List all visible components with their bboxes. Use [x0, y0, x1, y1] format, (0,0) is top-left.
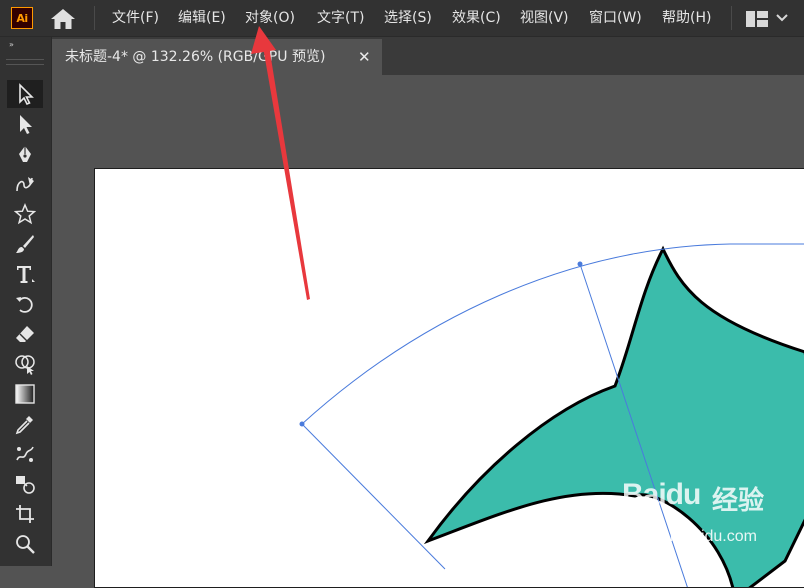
puppet-warp-icon — [16, 446, 34, 462]
type-tool[interactable] — [7, 260, 43, 288]
magnifier-icon — [16, 535, 35, 554]
curvature-tool[interactable] — [7, 170, 43, 198]
menu-object[interactable]: 对象(O) — [245, 0, 295, 36]
eyedropper-icon — [15, 416, 33, 435]
rotate-icon — [16, 297, 33, 313]
teal-shape[interactable] — [423, 245, 804, 588]
guide-line — [301, 423, 446, 570]
chevron-down-icon[interactable] — [776, 13, 788, 23]
paintbrush-tool[interactable] — [7, 230, 43, 258]
artwork[interactable] — [95, 169, 804, 588]
shape-builder-tool[interactable] — [7, 350, 43, 378]
pen-nib-icon — [19, 146, 31, 162]
paintbrush-icon — [16, 235, 34, 253]
menu-effect[interactable]: 效果(C) — [452, 0, 501, 36]
type-t-icon — [17, 266, 35, 283]
artboard[interactable] — [94, 168, 804, 588]
selection-arrow-icon — [19, 83, 34, 105]
shape-builder-icon — [15, 355, 35, 375]
puppet-warp-tool[interactable] — [7, 440, 43, 468]
collapse-panel-icon[interactable]: » — [9, 40, 14, 49]
menu-view[interactable]: 视图(V) — [520, 0, 569, 36]
menu-edit[interactable]: 编辑(E) — [178, 0, 226, 36]
star-tool[interactable] — [7, 200, 43, 228]
selection-tool[interactable] — [7, 80, 43, 108]
menu-type[interactable]: 文字(T) — [317, 0, 364, 36]
home-icon[interactable] — [50, 8, 76, 30]
panel-grip[interactable] — [6, 59, 44, 65]
workspace-layout-icon[interactable] — [746, 11, 768, 27]
eyedropper-tool[interactable] — [7, 410, 43, 438]
direct-selection-tool[interactable] — [7, 110, 43, 138]
menu-window[interactable]: 窗口(W) — [589, 0, 642, 36]
blend-icon — [16, 476, 35, 494]
menu-help[interactable]: 帮助(H) — [662, 0, 711, 36]
menu-file[interactable]: 文件(F) — [112, 0, 159, 36]
tools-panel: » — [0, 37, 52, 566]
pen-tool[interactable] — [7, 140, 43, 168]
menu-separator — [94, 6, 95, 30]
rotate-tool[interactable] — [7, 290, 43, 318]
menu-separator — [731, 6, 732, 30]
artboard-crop-icon — [16, 505, 34, 523]
star-icon — [14, 203, 36, 225]
document-tab[interactable]: 未标题-4* @ 132.26% (RGB/GPU 预览) ✕ — [52, 39, 382, 75]
gradient-tool[interactable] — [7, 380, 43, 408]
app-logo[interactable]: Ai — [11, 7, 33, 29]
document-tab-title: 未标题-4* @ 132.26% (RGB/GPU 预览) — [65, 49, 326, 65]
gradient-icon — [15, 384, 35, 404]
anchor-point[interactable] — [577, 261, 583, 267]
eraser-icon — [16, 326, 34, 342]
canvas-area[interactable] — [52, 75, 804, 588]
document-tab-bar: 未标题-4* @ 132.26% (RGB/GPU 预览) ✕ — [52, 37, 804, 75]
curvature-pen-icon — [16, 177, 34, 192]
direct-selection-arrow-icon — [20, 115, 32, 134]
eraser-tool[interactable] — [7, 320, 43, 348]
menu-bar: Ai 文件(F) 编辑(E) 对象(O) 文字(T) 选择(S) 效果(C) 视… — [0, 0, 804, 37]
zoom-tool[interactable] — [7, 530, 43, 558]
menu-select[interactable]: 选择(S) — [384, 0, 432, 36]
close-icon[interactable]: ✕ — [358, 39, 371, 75]
anchor-point[interactable] — [299, 421, 305, 427]
blend-tool[interactable] — [7, 470, 43, 498]
crop-tool[interactable] — [7, 500, 43, 528]
